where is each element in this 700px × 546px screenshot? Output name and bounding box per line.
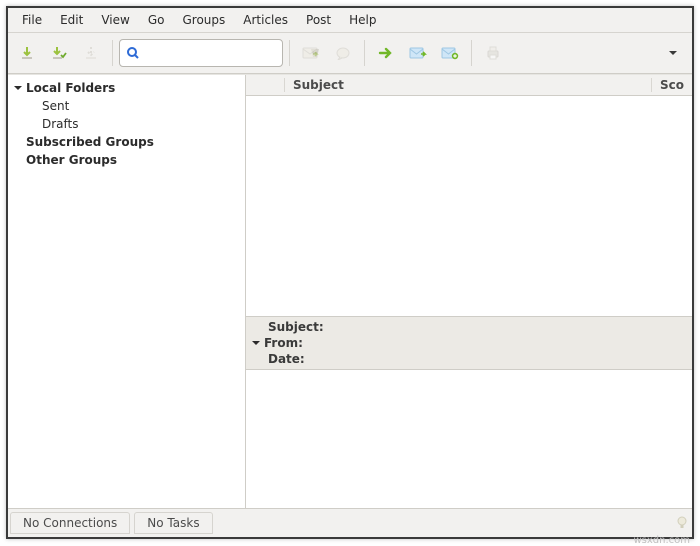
toolbar-sep-4 xyxy=(471,40,472,66)
download-dotted-icon xyxy=(83,45,99,61)
arrow-right-icon xyxy=(378,47,394,59)
menu-file[interactable]: File xyxy=(14,10,50,30)
preview-date-label: Date: xyxy=(268,352,305,366)
search-field[interactable] xyxy=(119,39,283,67)
menubar: File Edit View Go Groups Articles Post H… xyxy=(8,8,692,33)
next-unread-button[interactable] xyxy=(371,38,401,68)
main-body: Local Folders Sent Drafts Subscribed Gro… xyxy=(8,74,692,508)
menu-view[interactable]: View xyxy=(93,10,137,30)
preview-subject-label: Subject: xyxy=(268,320,324,334)
tree-label: Subscribed Groups xyxy=(26,135,154,149)
message-list[interactable] xyxy=(246,96,692,317)
menu-help[interactable]: Help xyxy=(341,10,384,30)
menu-articles[interactable]: Articles xyxy=(235,10,296,30)
watermark: wsxdn.com xyxy=(633,535,690,546)
printer-icon xyxy=(485,45,501,61)
toolbar xyxy=(8,33,692,74)
get-headers-selected-button[interactable] xyxy=(44,38,74,68)
status-connections[interactable]: No Connections xyxy=(10,512,130,534)
toolbar-sep-1 xyxy=(112,40,113,66)
preview-header: Subject: From: Date: xyxy=(246,317,692,370)
folder-tree[interactable]: Local Folders Sent Drafts Subscribed Gro… xyxy=(8,75,246,508)
followup-button[interactable] xyxy=(328,38,358,68)
tree-local-folders[interactable]: Local Folders xyxy=(8,79,245,97)
preview-from-label: From: xyxy=(264,336,303,350)
tree-label: Sent xyxy=(42,99,69,113)
toolbar-sep-3 xyxy=(364,40,365,66)
message-area: Subject Sco Subject: From: Date: xyxy=(246,75,692,508)
tree-label: Drafts xyxy=(42,117,79,131)
preview-body[interactable] xyxy=(246,370,692,508)
mail-next-icon xyxy=(409,46,427,60)
menu-go[interactable]: Go xyxy=(140,10,173,30)
toolbar-overflow-button[interactable] xyxy=(658,38,688,68)
tree-subscribed-groups[interactable]: Subscribed Groups xyxy=(8,133,245,151)
status-tasks[interactable]: No Tasks xyxy=(134,512,212,534)
collapse-icon[interactable] xyxy=(12,84,24,92)
statusbar: No Connections No Tasks xyxy=(8,508,692,537)
app-window: File Edit View Go Groups Articles Post H… xyxy=(6,6,694,539)
chevron-down-icon xyxy=(667,47,679,59)
download-arrow-check-icon xyxy=(51,45,67,61)
next-unread-thread-button[interactable] xyxy=(403,38,433,68)
lightbulb-icon xyxy=(676,515,688,531)
tree-label: Local Folders xyxy=(26,81,115,95)
tip-button[interactable] xyxy=(672,509,692,537)
menu-edit[interactable]: Edit xyxy=(52,10,91,30)
mail-add-icon xyxy=(441,46,459,60)
toolbar-sep-2 xyxy=(289,40,290,66)
col-score[interactable]: Sco xyxy=(652,78,692,92)
tree-other-groups[interactable]: Other Groups xyxy=(8,151,245,169)
menu-groups[interactable]: Groups xyxy=(174,10,233,30)
get-bodies-button[interactable] xyxy=(76,38,106,68)
get-headers-button[interactable] xyxy=(12,38,42,68)
tree-drafts[interactable]: Drafts xyxy=(8,115,245,133)
message-list-header[interactable]: Subject Sco xyxy=(246,75,692,96)
download-arrow-icon xyxy=(19,45,35,61)
collapse-icon[interactable] xyxy=(252,339,260,347)
followup-icon xyxy=(335,46,351,60)
col-subject[interactable]: Subject xyxy=(284,78,652,92)
next-unread-group-button[interactable] xyxy=(435,38,465,68)
tree-sent[interactable]: Sent xyxy=(8,97,245,115)
menu-post[interactable]: Post xyxy=(298,10,339,30)
search-input[interactable] xyxy=(144,45,303,61)
reply-button[interactable] xyxy=(296,38,326,68)
reply-icon xyxy=(302,46,320,60)
tree-label: Other Groups xyxy=(26,153,117,167)
print-button[interactable] xyxy=(478,38,508,68)
search-icon xyxy=(126,46,140,60)
